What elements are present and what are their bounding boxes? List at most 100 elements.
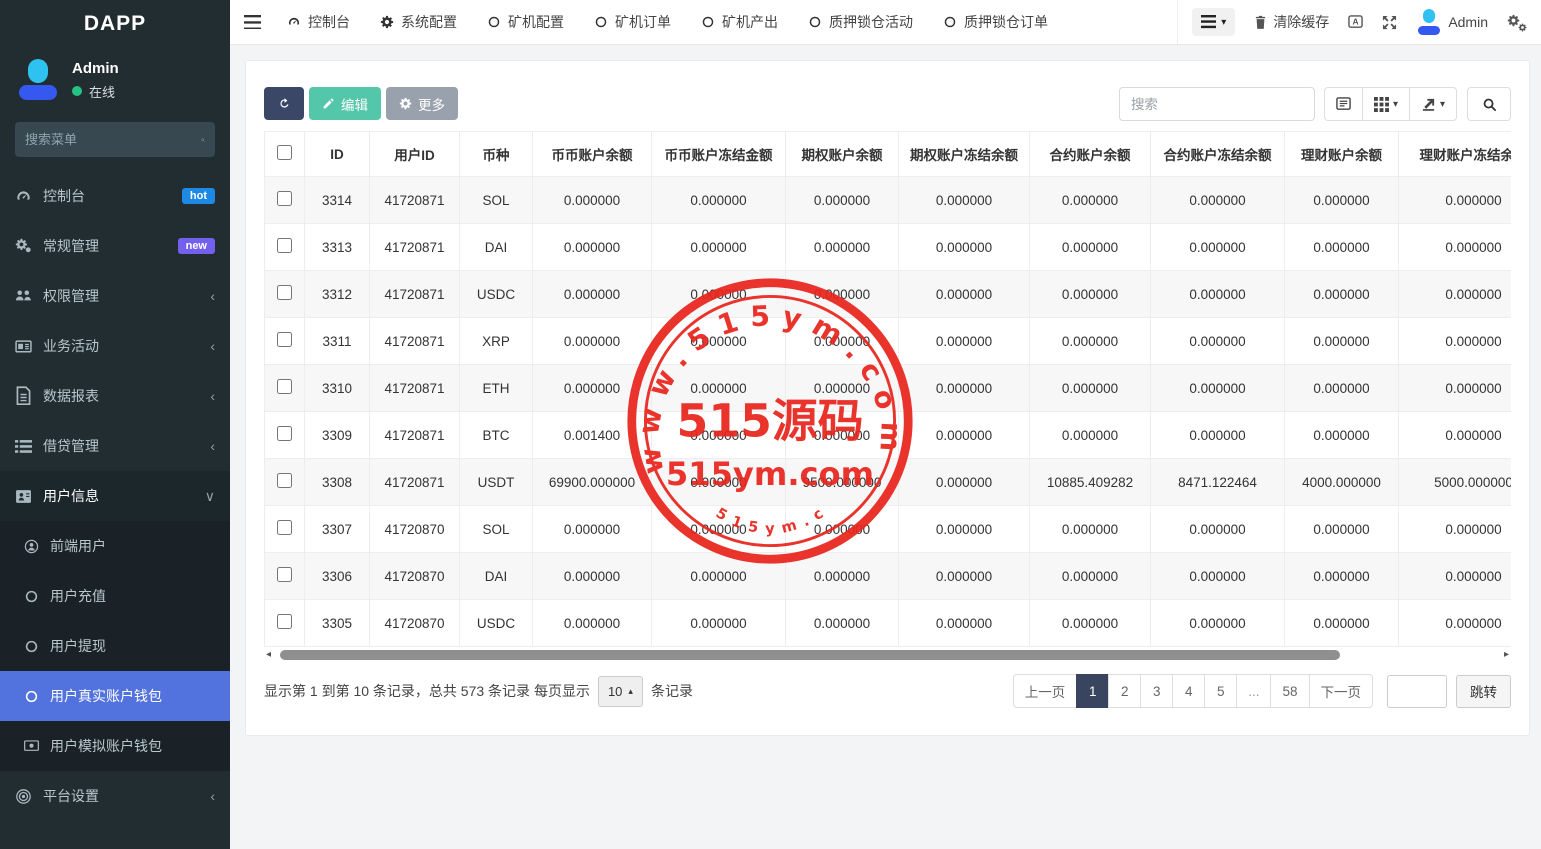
page-link[interactable]: 下一页 <box>1309 674 1374 708</box>
page-item-58[interactable]: 58 <box>1270 674 1309 708</box>
table-row[interactable]: 331441720871SOL0.0000000.0000000.0000000… <box>265 177 1512 224</box>
column-header: 币种 <box>460 132 533 177</box>
page-item-3[interactable]: 3 <box>1140 674 1173 708</box>
row-checkbox[interactable] <box>277 191 292 206</box>
page-link[interactable]: 2 <box>1108 674 1141 708</box>
row-checkbox[interactable] <box>277 285 292 300</box>
settings-button[interactable] <box>1507 14 1527 31</box>
row-checkbox[interactable] <box>277 473 292 488</box>
sidebar-item-用户提现[interactable]: 用户提现 <box>0 621 230 671</box>
table-search-input[interactable] <box>1119 87 1315 121</box>
sidebar-item-用户模拟账户钱包[interactable]: 用户模拟账户钱包 <box>0 721 230 771</box>
table-cell: 0.000000 <box>786 506 899 553</box>
jump-button[interactable]: 跳转 <box>1456 675 1511 708</box>
sidebar-item-权限管理[interactable]: 权限管理 ‹ <box>0 271 230 321</box>
topnav-item-质押锁仓活动[interactable]: 质押锁仓活动 <box>808 12 913 32</box>
search-icon <box>1482 97 1497 112</box>
row-checkbox[interactable] <box>277 520 292 535</box>
columns-button[interactable]: ▾ <box>1362 87 1410 121</box>
scrollbar-thumb[interactable] <box>280 650 1340 660</box>
sidebar-item-常规管理[interactable]: 常规管理 new <box>0 221 230 271</box>
sidebar-item-借贷管理[interactable]: 借贷管理 ‹ <box>0 421 230 471</box>
export-button[interactable]: ▾ <box>1409 87 1457 121</box>
search-button[interactable] <box>1467 87 1511 121</box>
fullscreen-button[interactable] <box>1382 15 1397 30</box>
table-cell: 0.000000 <box>899 412 1030 459</box>
row-checkbox[interactable] <box>277 379 292 394</box>
table-row[interactable]: 330941720871BTC0.0014000.0000000.0000000… <box>265 412 1512 459</box>
topnav-item-控制台[interactable]: 控制台 <box>287 12 350 32</box>
table-row[interactable]: 330841720871USDT69900.0000000.0000009500… <box>265 459 1512 506</box>
records-info-text: 显示第 1 到第 10 条记录，总共 573 条记录 每页显示 <box>264 681 590 701</box>
table-row[interactable]: 330641720870DAI0.0000000.0000000.0000000… <box>265 553 1512 600</box>
page-link[interactable]: 1 <box>1076 674 1109 708</box>
sidebar-item-用户充值[interactable]: 用户充值 <box>0 571 230 621</box>
table-cell: 4000.000000 <box>1285 459 1399 506</box>
table-cell: 0.000000 <box>652 553 786 600</box>
table-row[interactable]: 330541720870USDC0.0000000.0000000.000000… <box>265 600 1512 647</box>
more-button[interactable]: 更多 <box>386 87 458 120</box>
page-item-4[interactable]: 4 <box>1172 674 1205 708</box>
edit-button[interactable]: 编辑 <box>309 87 381 120</box>
nav-dropdown-button[interactable]: ▾ <box>1192 8 1235 35</box>
topnav-item-矿机配置[interactable]: 矿机配置 <box>487 12 564 32</box>
page-link[interactable]: 3 <box>1140 674 1173 708</box>
horizontal-scrollbar[interactable]: ◂ ▸ <box>264 649 1511 661</box>
table-cell: 3305 <box>305 600 370 647</box>
top-navbar: 控制台 系统配置 矿机配置 矿机订单 矿机产出 质押锁仓活动 质押锁仓订单 ▾ … <box>230 0 1541 45</box>
page-item-...[interactable]: ... <box>1236 674 1271 708</box>
sidebar-item-数据报表[interactable]: 数据报表 ‹ <box>0 371 230 421</box>
scroll-right-icon[interactable]: ▸ <box>1504 649 1509 661</box>
sidebar-item-业务活动[interactable]: 业务活动 ‹ <box>0 321 230 371</box>
page-jump-input[interactable] <box>1387 675 1447 708</box>
select-all-checkbox[interactable] <box>277 145 292 160</box>
sidebar-search-input[interactable] <box>25 132 201 147</box>
topnav-item-矿机产出[interactable]: 矿机产出 <box>701 12 778 32</box>
admin-menu[interactable]: Admin <box>1416 9 1488 35</box>
sidebar-item-平台设置[interactable]: 平台设置 ‹ <box>0 771 230 821</box>
table-cell: 41720871 <box>370 271 460 318</box>
row-checkbox[interactable] <box>277 238 292 253</box>
table-row[interactable]: 331141720871XRP0.0000000.0000000.0000000… <box>265 318 1512 365</box>
sidebar-item-前端用户[interactable]: 前端用户 <box>0 521 230 571</box>
table-row[interactable]: 330741720870SOL0.0000000.0000000.0000000… <box>265 506 1512 553</box>
page-link[interactable]: 5 <box>1204 674 1237 708</box>
page-item-下一页[interactable]: 下一页 <box>1309 674 1374 708</box>
language-button[interactable]: A <box>1348 15 1363 28</box>
table-row[interactable]: 331041720871ETH0.0000000.0000000.0000000… <box>265 365 1512 412</box>
table-row[interactable]: 331341720871DAI0.0000000.0000000.0000000… <box>265 224 1512 271</box>
sidebar-item-控制台[interactable]: 控制台 hot <box>0 171 230 221</box>
row-checkbox[interactable] <box>277 614 292 629</box>
page-link[interactable]: 58 <box>1270 674 1309 708</box>
page-item-2[interactable]: 2 <box>1108 674 1141 708</box>
page-item-上一页[interactable]: 上一页 <box>1013 674 1078 708</box>
page-item-1[interactable]: 1 <box>1076 674 1109 708</box>
sidebar-item-用户信息[interactable]: 用户信息 ∨ <box>0 471 230 521</box>
table-cell: 0.000000 <box>1151 506 1285 553</box>
menu-toggle-icon[interactable] <box>244 15 261 30</box>
topnav-item-系统配置[interactable]: 系统配置 <box>380 12 457 32</box>
clear-cache-button[interactable]: 清除缓存 <box>1254 12 1329 32</box>
topnav-item-矿机订单[interactable]: 矿机订单 <box>594 12 671 32</box>
page-link[interactable]: 上一页 <box>1013 674 1078 708</box>
table-row[interactable]: 331241720871USDC0.0000000.0000000.000000… <box>265 271 1512 318</box>
topnav-item-质押锁仓订单[interactable]: 质押锁仓订单 <box>943 12 1048 32</box>
page-size-dropdown[interactable]: 10 ▴ <box>598 676 643 707</box>
user-icon <box>24 539 39 554</box>
page-link[interactable]: ... <box>1236 674 1271 708</box>
bars-icon <box>1201 15 1216 28</box>
row-select-cell <box>265 271 305 318</box>
scroll-left-icon[interactable]: ◂ <box>266 649 271 661</box>
row-checkbox[interactable] <box>277 426 292 441</box>
newspaper-icon <box>15 339 32 354</box>
refresh-button[interactable] <box>264 87 304 120</box>
row-checkbox[interactable] <box>277 332 292 347</box>
table-cell: 0.000000 <box>652 271 786 318</box>
page-item-5[interactable]: 5 <box>1204 674 1237 708</box>
page-link[interactable]: 4 <box>1172 674 1205 708</box>
table-cell: 0.000000 <box>1285 553 1399 600</box>
row-checkbox[interactable] <box>277 567 292 582</box>
edit-label: 编辑 <box>341 94 368 114</box>
sidebar-item-用户真实账户钱包[interactable]: 用户真实账户钱包 <box>0 671 230 721</box>
detail-view-button[interactable] <box>1324 87 1363 121</box>
